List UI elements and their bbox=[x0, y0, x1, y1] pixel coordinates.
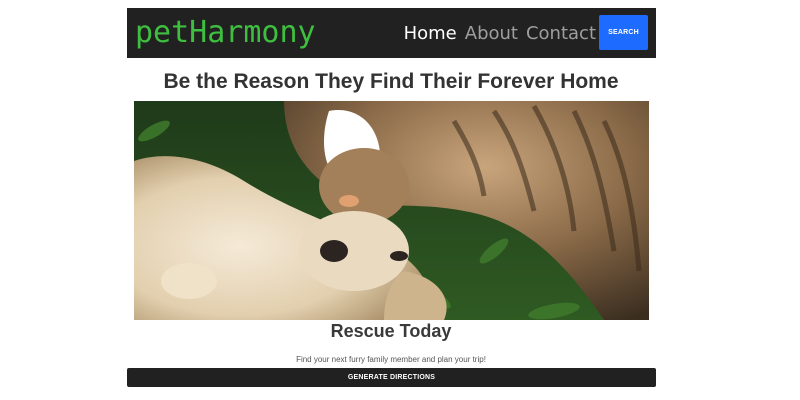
hero-image bbox=[134, 101, 649, 320]
section-subheading: Rescue Today bbox=[330, 321, 452, 341]
tagline-text: Find your next furry family member and p… bbox=[296, 355, 486, 364]
navbar: petHarmony Home About Contact SEARCH bbox=[127, 8, 656, 58]
nav-contact-link[interactable]: Contact bbox=[526, 23, 596, 44]
page: petHarmony Home About Contact SEARCH Be … bbox=[0, 0, 800, 400]
nav-about-link[interactable]: About bbox=[465, 23, 518, 44]
nav-links: Home About Contact bbox=[404, 8, 596, 58]
nav-home-link[interactable]: Home bbox=[404, 23, 457, 44]
generate-directions-button[interactable]: GENERATE DIRECTIONS bbox=[127, 368, 656, 387]
brand-logo[interactable]: petHarmony bbox=[135, 14, 316, 52]
page-headline: Be the Reason They Find Their Forever Ho… bbox=[163, 70, 619, 93]
search-button[interactable]: SEARCH bbox=[599, 15, 648, 50]
hero-photo-illustration bbox=[134, 101, 649, 320]
